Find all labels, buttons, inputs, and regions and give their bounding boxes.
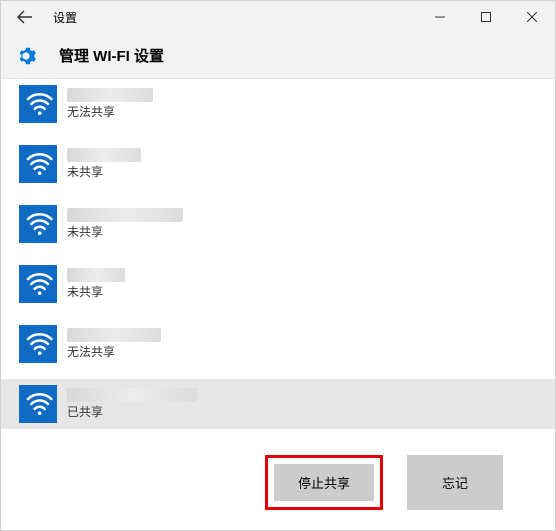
page-title: 管理 WI-FI 设置	[37, 45, 164, 66]
wifi-name	[67, 148, 141, 162]
wifi-name	[67, 88, 153, 102]
wifi-item[interactable]: 无法共享	[1, 319, 555, 369]
wifi-status: 未共享	[67, 283, 125, 300]
page-header: 管理 WI-FI 设置	[1, 33, 555, 79]
wifi-text: 未共享	[57, 268, 125, 300]
wifi-icon	[19, 265, 57, 303]
wifi-icon	[19, 145, 57, 183]
maximize-button[interactable]	[463, 1, 509, 33]
wifi-status: 已共享	[67, 403, 197, 420]
gear-icon	[15, 45, 37, 67]
wifi-item[interactable]: 未共享	[1, 199, 555, 249]
wifi-signal-icon	[23, 329, 53, 359]
wifi-status: 无法共享	[67, 343, 161, 360]
wifi-item[interactable]: 未共享	[1, 259, 555, 309]
wifi-text: 未共享	[57, 148, 141, 180]
wifi-icon	[19, 85, 57, 123]
window-controls	[417, 1, 555, 33]
wifi-icon	[19, 385, 57, 423]
wifi-item[interactable]: 无法共享	[1, 79, 555, 129]
wifi-list: 无法共享未共享未共享未共享无法共享已共享	[1, 79, 555, 429]
wifi-signal-icon	[23, 89, 53, 119]
highlight-box: 停止共享	[265, 455, 383, 510]
close-button[interactable]	[509, 1, 555, 33]
wifi-item[interactable]: 未共享	[1, 139, 555, 189]
wifi-text: 无法共享	[57, 88, 153, 120]
wifi-name	[67, 208, 183, 222]
minimize-button[interactable]	[417, 1, 463, 33]
forget-button[interactable]: 忘记	[407, 455, 503, 510]
window-title: 设置	[49, 9, 77, 26]
titlebar: 设置	[1, 1, 555, 33]
stop-share-button[interactable]: 停止共享	[274, 464, 374, 501]
wifi-name	[67, 268, 125, 282]
wifi-name	[67, 388, 197, 402]
wifi-name	[67, 328, 161, 342]
wifi-icon	[19, 205, 57, 243]
wifi-item[interactable]: 已共享	[1, 379, 555, 429]
wifi-signal-icon	[23, 389, 53, 419]
wifi-icon	[19, 325, 57, 363]
wifi-text: 无法共享	[57, 328, 161, 360]
wifi-signal-icon	[23, 149, 53, 179]
wifi-status: 无法共享	[67, 103, 153, 120]
wifi-text: 已共享	[57, 388, 197, 420]
wifi-text: 未共享	[57, 208, 183, 240]
wifi-status: 未共享	[67, 163, 141, 180]
wifi-signal-icon	[23, 209, 53, 239]
wifi-status: 未共享	[67, 223, 183, 240]
wifi-signal-icon	[23, 269, 53, 299]
back-button[interactable]	[1, 1, 49, 33]
back-arrow-icon	[17, 9, 33, 25]
action-row: 停止共享 忘记	[1, 429, 555, 510]
